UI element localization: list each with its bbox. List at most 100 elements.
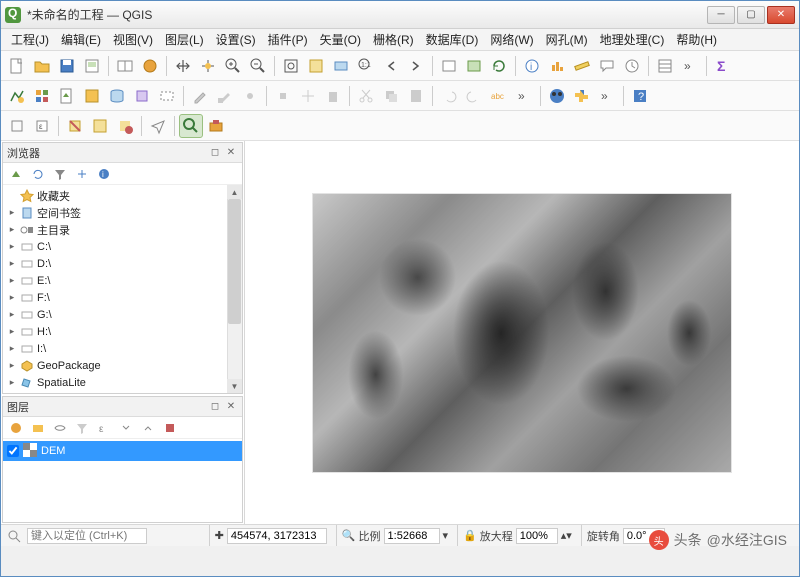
remove-icon[interactable] <box>161 419 179 437</box>
refresh-button[interactable] <box>487 54 511 78</box>
expression-icon[interactable]: ε <box>95 419 113 437</box>
save-edits-button[interactable] <box>213 84 237 108</box>
rotation-input[interactable] <box>623 528 665 544</box>
browser-item-f[interactable]: ▸F:\ <box>3 289 242 306</box>
new-shapefile-button[interactable] <box>55 84 79 108</box>
layer-visibility-checkbox[interactable] <box>7 445 19 457</box>
new-virtual-button[interactable] <box>155 84 179 108</box>
style-manager-button[interactable] <box>138 54 162 78</box>
menu-mesh[interactable]: 网孔(M) <box>540 29 594 50</box>
add-layer-icon[interactable] <box>7 165 25 183</box>
menu-plugins[interactable]: 插件(P) <box>262 29 314 50</box>
menu-layer[interactable]: 图层(L) <box>159 29 210 50</box>
zoom-layer-button[interactable] <box>329 54 353 78</box>
redo-button[interactable] <box>462 84 486 108</box>
measure-button[interactable] <box>570 54 594 78</box>
menu-help[interactable]: 帮助(H) <box>670 29 723 50</box>
stepper-icon[interactable]: ▴▾ <box>561 529 572 542</box>
new-map-view-button[interactable] <box>437 54 461 78</box>
scale-input[interactable] <box>384 528 440 544</box>
menu-web[interactable]: 网络(W) <box>484 29 539 50</box>
statistics-button[interactable] <box>545 54 569 78</box>
menu-vector[interactable]: 矢量(O) <box>314 29 367 50</box>
expand-arrow-icon[interactable]: ▸ <box>7 241 17 252</box>
add-raster-button[interactable] <box>30 84 54 108</box>
scroll-up-icon[interactable]: ▲ <box>227 185 242 199</box>
zoom-full-button[interactable] <box>279 54 303 78</box>
menu-raster[interactable]: 栅格(R) <box>367 29 420 50</box>
expand-arrow-icon[interactable]: ▸ <box>7 343 17 354</box>
cut-button[interactable] <box>354 84 378 108</box>
invert-sel-button[interactable] <box>113 114 137 138</box>
new-3d-view-button[interactable] <box>462 54 486 78</box>
zoom-last-button[interactable] <box>379 54 403 78</box>
new-project-button[interactable] <box>5 54 29 78</box>
filter-legend-icon[interactable] <box>73 419 91 437</box>
expand-arrow-icon[interactable]: ▸ <box>7 360 17 371</box>
lock-icon[interactable]: 🔒 <box>463 529 477 542</box>
scroll-thumb[interactable] <box>228 199 241 324</box>
browser-item-spatialite[interactable]: ▸SpatiaLite <box>3 374 242 391</box>
expand-arrow-icon[interactable]: ▸ <box>7 275 17 286</box>
zoom-selection-button[interactable] <box>304 54 328 78</box>
coordinate-input[interactable] <box>227 528 327 544</box>
map-canvas[interactable] <box>245 141 799 524</box>
refresh-icon[interactable] <box>29 165 47 183</box>
filter-icon[interactable] <box>51 165 69 183</box>
menu-processing[interactable]: 地理处理(C) <box>594 29 671 50</box>
add-vector-button[interactable] <box>5 84 29 108</box>
panel-undock-button[interactable]: ◻ <box>208 146 222 160</box>
browser-item-i[interactable]: ▸I:\ <box>3 340 242 357</box>
new-memory-button[interactable] <box>130 84 154 108</box>
scrollbar[interactable]: ▲ ▼ <box>227 185 242 393</box>
browser-item-geopackage[interactable]: ▸GeoPackage <box>3 357 242 374</box>
expand-arrow-icon[interactable]: ▸ <box>7 309 17 320</box>
help-button[interactable]: ? <box>628 84 652 108</box>
expand-arrow-icon[interactable]: ▸ <box>7 377 17 388</box>
zoom-next-button[interactable] <box>404 54 428 78</box>
locate-arrow-icon[interactable] <box>146 114 170 138</box>
edit-pencil-icon[interactable] <box>188 84 212 108</box>
toolbox-button[interactable] <box>204 114 228 138</box>
menu-database[interactable]: 数据库(D) <box>420 29 485 50</box>
add-feature-button[interactable] <box>238 84 262 108</box>
delete-button[interactable] <box>321 84 345 108</box>
layers-tree[interactable]: DEM <box>3 439 242 522</box>
properties-icon[interactable]: i <box>95 165 113 183</box>
paste-button[interactable] <box>404 84 428 108</box>
vertex-tool-button[interactable] <box>271 84 295 108</box>
expand-arrow-icon[interactable]: ▸ <box>7 224 17 235</box>
magnifier-input[interactable] <box>516 528 558 544</box>
zoom-native-button[interactable]: 1:1 <box>354 54 378 78</box>
identify-button[interactable]: i <box>520 54 544 78</box>
browser-item-c[interactable]: ▸C:\ <box>3 238 242 255</box>
dropdown-icon[interactable]: ▾ <box>443 529 449 542</box>
osm-button[interactable] <box>545 84 569 108</box>
no-action-button[interactable]: » <box>678 54 702 78</box>
browser-item-h[interactable]: ▸H:\ <box>3 323 242 340</box>
panel-close-button[interactable]: ✕ <box>224 400 238 414</box>
layout-manager-button[interactable] <box>113 54 137 78</box>
style-icon[interactable] <box>7 419 25 437</box>
scroll-down-icon[interactable]: ▼ <box>227 379 242 393</box>
deselect-button[interactable] <box>63 114 87 138</box>
select-all-button[interactable] <box>88 114 112 138</box>
layer-item-dem[interactable]: DEM <box>3 441 242 461</box>
save-project-button[interactable] <box>55 54 79 78</box>
move-feature-button[interactable] <box>296 84 320 108</box>
select-button[interactable] <box>5 114 29 138</box>
browser-item-d[interactable]: ▸D:\ <box>3 255 242 272</box>
browser-item-e[interactable]: ▸E:\ <box>3 272 242 289</box>
panel-undock-button[interactable]: ◻ <box>208 400 222 414</box>
expand-arrow-icon[interactable]: ▸ <box>7 207 17 218</box>
close-button[interactable]: ✕ <box>767 6 795 24</box>
expand-arrow-icon[interactable]: ▸ <box>7 258 17 269</box>
pan-button[interactable] <box>171 54 195 78</box>
more-icon[interactable]: » <box>512 84 536 108</box>
collapse-all-icon[interactable] <box>139 419 157 437</box>
menu-settings[interactable]: 设置(S) <box>210 29 262 50</box>
processing-toolbox-button[interactable] <box>179 114 203 138</box>
browser-tree[interactable]: ▲ ▼ 收藏夹▸空间书签▸主目录▸C:\▸D:\▸E:\▸F:\▸G:\▸H:\… <box>3 185 242 393</box>
undo-button[interactable] <box>437 84 461 108</box>
browser-item-空间书签[interactable]: ▸空间书签 <box>3 204 242 221</box>
